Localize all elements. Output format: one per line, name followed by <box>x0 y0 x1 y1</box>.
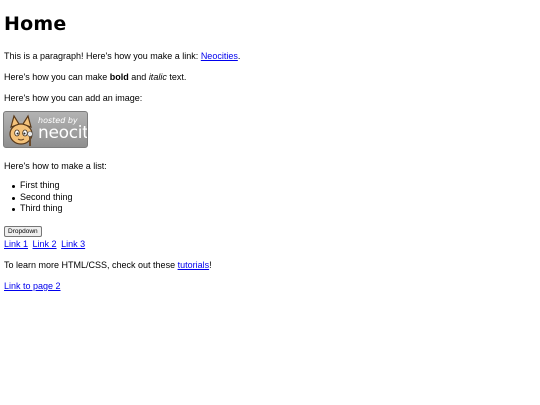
page-2-link[interactable]: Link to page 2 <box>4 281 61 291</box>
bold-text: bold <box>109 72 129 82</box>
badge-neocities-text: neocities <box>38 123 88 143</box>
list-item: Second thing <box>12 191 73 202</box>
paragraph-formatting: Here's how you can make bold and italic … <box>4 72 186 83</box>
tutorials-text-after: ! <box>209 260 212 270</box>
paragraph-intro-text: This is a paragraph! Here's how you make… <box>4 51 201 61</box>
dropdown-links: Link 1 Link 2 Link 3 <box>4 239 87 250</box>
hosted-by-neocities-badge: hosted by neocities <box>3 111 88 148</box>
page: Home This is a paragraph! Here's how you… <box>0 0 540 405</box>
formatting-text-before: Here's how you can make <box>4 72 110 82</box>
paragraph-page2: Link to page 2 <box>4 281 61 292</box>
list-item: First thing <box>12 180 73 192</box>
paragraph-intro: This is a paragraph! Here's how you make… <box>4 51 240 62</box>
paragraph-intro-end: . <box>237 51 241 61</box>
list-item: Third thing <box>12 203 73 215</box>
link-2[interactable]: Link 2 <box>33 239 57 249</box>
paragraph-image: Here's how you can add an image: <box>4 93 143 103</box>
paragraph-tutorials: To learn more HTML/CSS, check out these … <box>4 260 212 271</box>
tutorials-text-before: To learn more HTML/CSS, check out these <box>4 260 178 270</box>
italic-text: italic <box>148 72 167 82</box>
formatting-text-after: text. <box>166 72 187 82</box>
neocities-link[interactable]: Neocities <box>201 51 238 61</box>
thing-list: First thing Second thing Third thing <box>4 180 73 215</box>
formatting-text-middle: and <box>128 72 149 82</box>
paragraph-list: Here's how to make a list: <box>4 161 107 171</box>
dropdown-button[interactable]: Dropdown <box>4 226 42 237</box>
link-1[interactable]: Link 1 <box>4 239 28 249</box>
page-title: Home <box>4 13 67 35</box>
tutorials-link[interactable]: tutorials <box>178 260 210 270</box>
link-3[interactable]: Link 3 <box>61 239 85 249</box>
neocities-cat-logo-icon <box>9 114 33 146</box>
